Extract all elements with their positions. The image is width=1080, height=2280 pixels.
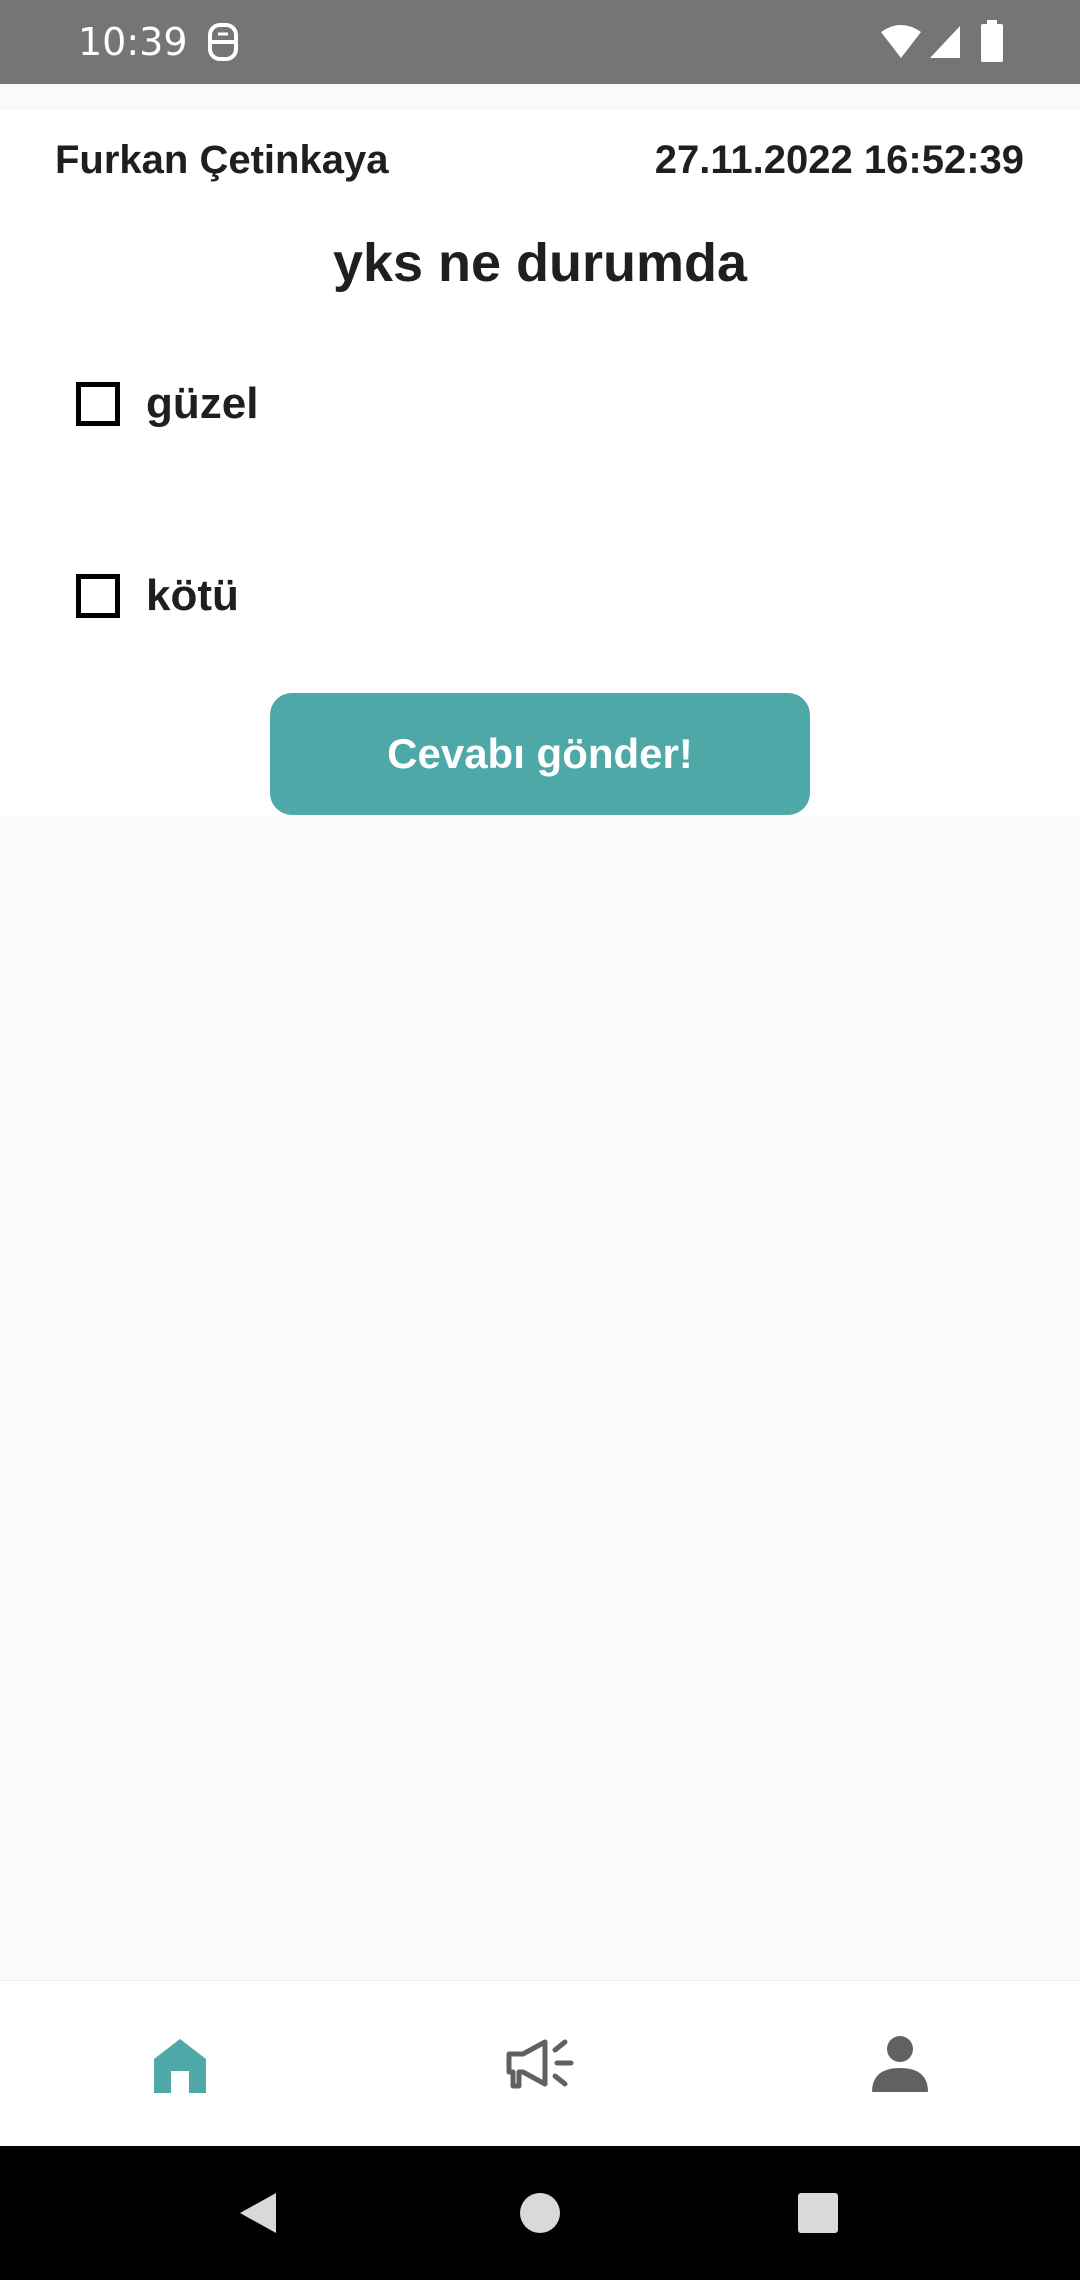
- option-checkbox[interactable]: [76, 382, 120, 426]
- back-triangle-icon: [240, 2193, 276, 2233]
- nav-profile[interactable]: [720, 1981, 1080, 2147]
- status-bar: 10:39: [0, 0, 1080, 84]
- system-navigation-bar: [0, 2146, 1080, 2280]
- poll-option-guzel[interactable]: güzel: [76, 374, 258, 434]
- recents-square-icon: [798, 2193, 838, 2233]
- megaphone-icon: [506, 2039, 574, 2089]
- signal-icon: [930, 26, 960, 58]
- wifi-icon: [881, 25, 921, 58]
- battery-icon: [981, 20, 1003, 62]
- system-home-button[interactable]: [480, 2146, 600, 2280]
- post-timestamp: 27.11.2022 16:52:39: [654, 138, 1024, 182]
- home-icon: [154, 2039, 206, 2093]
- screen: 10:39 Furkan Çetinkaya 27.11.2022 16:52:…: [0, 0, 1080, 2280]
- system-back-button[interactable]: [198, 2146, 318, 2280]
- poll-question: yks ne durumda: [332, 233, 748, 293]
- status-time: 10:39: [78, 20, 188, 64]
- bottom-navigation: [0, 1980, 1080, 2147]
- author-name: Furkan Çetinkaya: [55, 138, 389, 182]
- system-recents-button[interactable]: [758, 2146, 878, 2280]
- submit-answer-button[interactable]: Cevabı gönder!: [270, 693, 810, 815]
- nav-home[interactable]: [0, 1981, 360, 2147]
- person-icon: [872, 2036, 928, 2092]
- option-label: kötü: [146, 571, 239, 620]
- poll-card: Furkan Çetinkaya 27.11.2022 16:52:39 yks…: [0, 110, 1080, 816]
- app-notification-icon: [208, 23, 238, 61]
- home-circle-icon: [520, 2193, 560, 2233]
- option-checkbox[interactable]: [76, 574, 120, 618]
- poll-option-kotu[interactable]: kötü: [76, 566, 239, 626]
- nav-announcements[interactable]: [360, 1981, 720, 2147]
- option-label: güzel: [146, 379, 259, 428]
